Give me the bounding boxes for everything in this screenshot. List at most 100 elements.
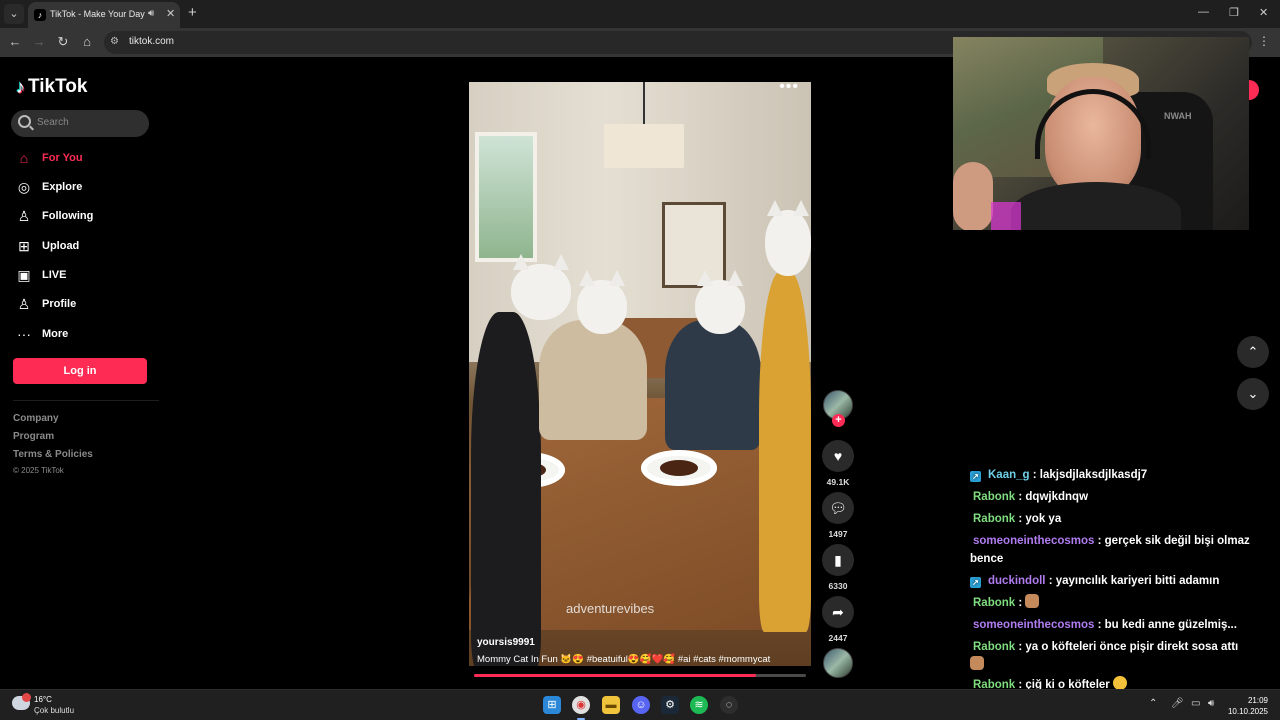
chat-nick: someoneinthecosmos bbox=[973, 619, 1095, 631]
browser-tab[interactable]: ♪ TikTok - Make Your Day 🔊︎ ✕ bbox=[28, 2, 180, 28]
streamer-webcam: NWAH bbox=[953, 37, 1249, 230]
weather-alert-badge bbox=[22, 693, 31, 702]
windows-start-icon[interactable]: ⊞ bbox=[543, 696, 561, 714]
nav-upload[interactable]: ⊞ Upload bbox=[16, 235, 79, 257]
previous-video-button[interactable]: ⌃ bbox=[1237, 336, 1269, 368]
forward-icon[interactable]: → bbox=[31, 34, 47, 49]
network-icon[interactable]: ▭ bbox=[1191, 698, 1200, 709]
obs-icon[interactable]: ◌ bbox=[720, 696, 738, 714]
follow-plus-icon[interactable]: + bbox=[832, 414, 845, 427]
plus-square-icon: ⊞ bbox=[18, 237, 30, 254]
next-video-button[interactable]: ⌄ bbox=[1237, 378, 1269, 410]
site-info-icon[interactable]: ⚙ bbox=[110, 36, 119, 47]
menu-icon[interactable]: ⋮ bbox=[1258, 34, 1270, 48]
nav-more[interactable]: ··· More bbox=[16, 323, 68, 345]
nav-profile[interactable]: ♙ Profile bbox=[16, 293, 77, 315]
bookmark-button[interactable]: ▮ bbox=[822, 544, 854, 576]
volume-icon[interactable]: 🔊︎ bbox=[1208, 698, 1214, 709]
chat-emote-icon bbox=[1112, 676, 1127, 690]
video-scene-cat-head bbox=[695, 270, 745, 334]
footer-link-terms[interactable]: Terms & Policies bbox=[13, 449, 93, 460]
chat-nick: Rabonk bbox=[973, 597, 1016, 609]
system-clock[interactable]: 21:09 10.10.2025 bbox=[1226, 695, 1268, 717]
back-icon[interactable]: ← bbox=[7, 34, 23, 49]
video-scene-cat-head bbox=[765, 200, 811, 276]
nav-explore[interactable]: ◎ Explore bbox=[16, 176, 82, 198]
login-button[interactable]: Log in bbox=[13, 358, 147, 384]
footer-link-company[interactable]: Company bbox=[13, 413, 59, 424]
video-progress-bar[interactable] bbox=[474, 674, 806, 677]
chat-emote-icon bbox=[1025, 594, 1040, 608]
weather-condition: Çok bulutlu bbox=[34, 706, 75, 715]
chat-message: Rabonk : dqwjkdnqw bbox=[973, 491, 1089, 503]
nav-label: LIVE bbox=[42, 269, 67, 281]
nav-live[interactable]: ▣ LIVE bbox=[16, 264, 66, 286]
chat-message: ↗ Kaan_g : lakjsdjlaksdjlkasdj7 bbox=[970, 466, 1260, 484]
music-disc-avatar[interactable] bbox=[823, 648, 853, 678]
nav-following[interactable]: ♙ Following bbox=[16, 205, 94, 227]
chat-text: ya o köfteleri önce pişir direkt sosa at… bbox=[1025, 641, 1239, 653]
chat-text: dqwjkdnqw bbox=[1025, 491, 1089, 503]
video-progress-fill bbox=[474, 674, 757, 677]
tiktok-get-app-button[interactable] bbox=[1249, 80, 1259, 100]
comment-icon: 💬︎ bbox=[829, 500, 847, 516]
chrome-icon[interactable]: ◉ bbox=[572, 696, 590, 720]
more-options-icon[interactable]: ••• bbox=[779, 82, 799, 96]
nav-for-you[interactable]: ⌂ For You bbox=[16, 147, 83, 169]
search-placeholder: Search bbox=[37, 117, 69, 128]
video-scene-lamp bbox=[604, 124, 684, 168]
video-scene-man-jacket bbox=[665, 320, 761, 450]
nav-label: For You bbox=[42, 152, 83, 164]
chat-message: Rabonk : bbox=[970, 594, 1260, 612]
chat-text: bu kedi anne güzelmiş... bbox=[1104, 619, 1237, 631]
video-player[interactable]: ••• adventurevibes yoursis9991 Mommy Cat… bbox=[469, 82, 811, 666]
chat-emote-icon bbox=[970, 656, 984, 670]
windows-taskbar: 16°C Çok bulutlu ⊞ ◉ ▬ ☺ ⚙ ≋ ◌ ⌃ 🎤︎ ▭ 🔊︎… bbox=[0, 689, 1280, 720]
close-window-icon[interactable]: ✕ bbox=[1259, 6, 1268, 19]
restore-icon[interactable]: ❐ bbox=[1229, 6, 1239, 19]
footer-link-program[interactable]: Program bbox=[13, 431, 54, 442]
video-author[interactable]: yoursis9991 bbox=[477, 637, 535, 648]
chat-nick: someoneinthecosmos bbox=[973, 535, 1095, 547]
share-count: 2447 bbox=[828, 633, 848, 643]
video-watermark: adventurevibes bbox=[566, 601, 655, 616]
speaker-icon[interactable]: 🔊︎ bbox=[148, 8, 154, 19]
nav-label: Explore bbox=[42, 181, 83, 193]
spotify-icon[interactable]: ≋ bbox=[690, 696, 708, 714]
share-button[interactable]: ➦ bbox=[822, 596, 854, 628]
steam-icon[interactable]: ⚙ bbox=[661, 696, 679, 714]
close-tab-icon[interactable]: ✕ bbox=[166, 7, 175, 20]
nav-label: More bbox=[42, 328, 69, 340]
home-icon[interactable]: ⌂ bbox=[79, 34, 95, 49]
logo-text: TikTok bbox=[28, 76, 88, 97]
new-tab-icon[interactable]: + bbox=[188, 5, 197, 21]
tv-icon: ▣ bbox=[17, 266, 31, 283]
chat-message: someoneinthecosmos : gerçek sik değil bi… bbox=[970, 535, 1250, 565]
search-input[interactable]: Search bbox=[11, 110, 149, 137]
microphone-icon[interactable]: 🎤︎ bbox=[1171, 698, 1184, 709]
chevron-up-icon: ⌃ bbox=[1247, 344, 1259, 359]
nav-label: Upload bbox=[42, 240, 80, 252]
tray-overflow-icon[interactable]: ⌃ bbox=[1149, 698, 1157, 709]
chat-message: Rabonk : ya o köfteleri önce pişir direk… bbox=[970, 638, 1260, 674]
webcam-hand bbox=[953, 162, 993, 230]
tiktok-logo[interactable]: ♪ TikTok bbox=[16, 76, 87, 98]
discord-icon[interactable]: ☺ bbox=[632, 696, 650, 714]
compass-icon: ◎ bbox=[17, 178, 31, 195]
minimize-icon[interactable]: — bbox=[1198, 6, 1209, 18]
chat-nick: Kaan_g bbox=[988, 469, 1030, 481]
copyright: © 2025 TikTok bbox=[13, 466, 64, 475]
video-scene-picture bbox=[662, 202, 726, 288]
chat-message: Rabonk : yok ya bbox=[973, 513, 1062, 525]
stream-chat: ↗ Kaan_g : lakjsdjlaksdjlkasdj7 Rabonk : … bbox=[970, 466, 1260, 694]
user-icon: ♙ bbox=[17, 295, 31, 312]
reload-icon[interactable]: ↻ bbox=[55, 34, 71, 50]
search-icon bbox=[18, 115, 31, 128]
like-button[interactable]: ♥ bbox=[822, 440, 854, 472]
heart-icon: ♥ bbox=[833, 448, 843, 464]
weather-temperature[interactable]: 16°C bbox=[34, 695, 52, 704]
video-scene-plate bbox=[641, 450, 717, 486]
file-explorer-icon[interactable]: ▬ bbox=[602, 696, 620, 714]
comment-button[interactable]: 💬︎ bbox=[822, 492, 854, 524]
tab-search-icon[interactable]: ⌄ bbox=[4, 4, 24, 24]
